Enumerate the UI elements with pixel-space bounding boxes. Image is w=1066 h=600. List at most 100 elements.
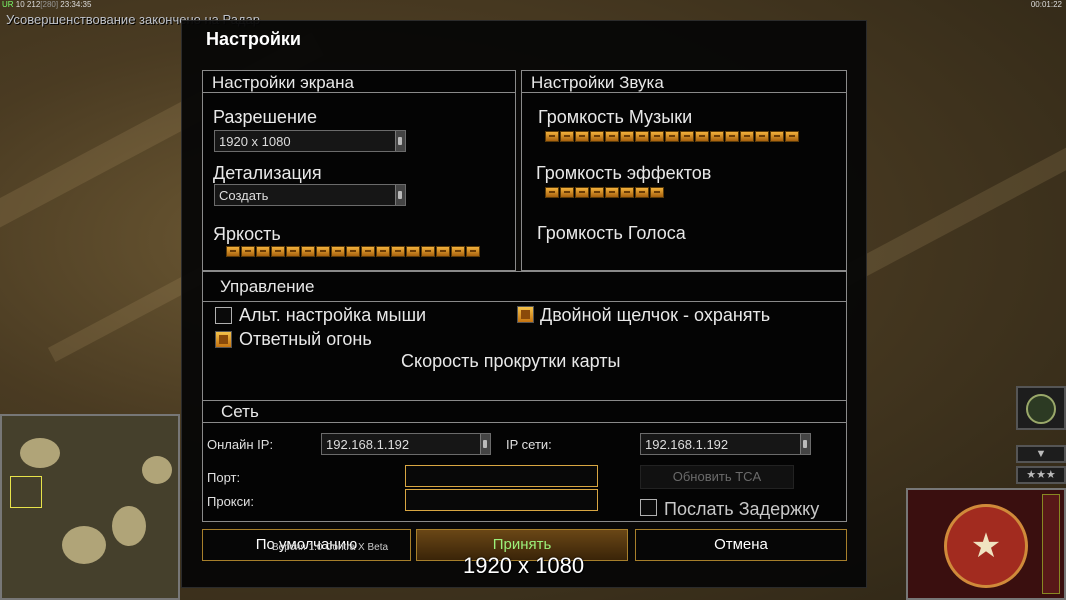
- update-tca-button[interactable]: Обновить TCA: [640, 465, 794, 489]
- scroll-speed-label: Скорость прокрутки карты: [401, 351, 621, 371]
- effects-volume-slider[interactable]: [545, 187, 664, 198]
- resolution-overlay: 1920 x 1080: [463, 553, 585, 578]
- slider-segment: [650, 131, 664, 142]
- port-label: Порт:: [207, 470, 241, 485]
- slider-segment: [575, 131, 589, 142]
- slider-segment: [605, 187, 619, 198]
- slider-segment: [361, 246, 375, 257]
- faction-portrait: ★: [906, 488, 1066, 600]
- slider-segment: [695, 131, 709, 142]
- effects-volume-label: Громкость эффектов: [536, 163, 712, 183]
- slider-segment: [755, 131, 769, 142]
- slider-segment: [286, 246, 300, 257]
- slider-segment: [241, 246, 255, 257]
- slider-segment: [406, 246, 420, 257]
- sound-settings-title: Настройки Звука: [531, 73, 664, 92]
- detail-select[interactable]: Создать: [214, 184, 406, 206]
- slider-segment: [650, 187, 664, 198]
- slider-segment: [331, 246, 345, 257]
- dialog-title: Настройки: [206, 29, 301, 49]
- portrait-side-panel: [1042, 494, 1060, 594]
- double-click-guard-checkbox[interactable]: [517, 306, 534, 323]
- slider-segment: [545, 187, 559, 198]
- lan-ip-value: 192.168.1.192: [645, 437, 729, 452]
- select-scroll-icon[interactable]: [800, 434, 810, 454]
- minimap-terrain: [112, 506, 146, 546]
- controls-panel: Управление Альт. настройка мыши Двойной …: [202, 271, 847, 401]
- return-fire-label[interactable]: Ответный огонь: [239, 329, 372, 350]
- slider-segment: [451, 246, 465, 257]
- send-delay-checkbox[interactable]: [640, 499, 657, 516]
- slider-segment: [271, 246, 285, 257]
- radar-icon: [1026, 394, 1056, 424]
- alt-mouse-checkbox[interactable]: [215, 307, 232, 324]
- slider-segment: [560, 187, 574, 198]
- version-label: Версия 1.0 Contra X Beta: [272, 542, 389, 553]
- slider-segment: [256, 246, 270, 257]
- status-dim: [280]: [40, 0, 59, 9]
- select-scroll-icon[interactable]: [480, 434, 490, 454]
- slider-segment: [226, 246, 240, 257]
- slider-segment: [710, 131, 724, 142]
- slider-segment: [725, 131, 739, 142]
- online-ip-label: Онлайн IP:: [207, 437, 274, 452]
- screen-settings-header: Настройки экрана: [203, 71, 515, 93]
- resolution-select[interactable]: 1920 x 1080: [214, 130, 406, 152]
- slider-segment: [620, 187, 634, 198]
- music-volume-slider[interactable]: [545, 131, 799, 142]
- slider-segment: [590, 131, 604, 142]
- slider-segment: [620, 131, 634, 142]
- controls-header: Управление: [203, 272, 846, 302]
- online-ip-value: 192.168.1.192: [326, 437, 410, 452]
- detail-value: Создать: [219, 188, 269, 203]
- scroll-down-button[interactable]: ▼: [1016, 445, 1066, 463]
- minimap[interactable]: [0, 414, 180, 600]
- settings-dialog: Настройки Настройки экрана Разрешение 19…: [181, 20, 867, 588]
- stars-icon: ★★★: [1026, 469, 1056, 481]
- slider-segment: [301, 246, 315, 257]
- status-code: UR: [2, 0, 14, 9]
- slider-segment: [346, 246, 360, 257]
- port-input[interactable]: [405, 465, 598, 487]
- double-click-guard-label[interactable]: Двойной щелчок - охранять: [540, 305, 770, 326]
- top-status-bar: UR 10 212[280] 23:34:35 00:01:22: [0, 0, 1066, 9]
- status-left: UR 10 212[280] 23:34:35: [2, 0, 91, 9]
- lan-ip-label: IP сети:: [506, 437, 552, 452]
- slider-segment: [665, 131, 679, 142]
- status-stats: 10 212: [15, 0, 41, 9]
- sound-settings-panel: Настройки Звука Громкость Музыки Громкос…: [521, 70, 847, 271]
- chevron-down-icon: ▼: [1035, 448, 1047, 460]
- sound-settings-header: Настройки Звука: [522, 71, 846, 93]
- slider-segment: [436, 246, 450, 257]
- screen-settings-panel: Настройки экрана Разрешение 1920 x 1080 …: [202, 70, 516, 271]
- detail-label: Детализация: [213, 163, 322, 183]
- minimap-terrain: [20, 438, 60, 468]
- online-ip-select[interactable]: 192.168.1.192: [321, 433, 491, 455]
- music-volume-label: Громкость Музыки: [538, 107, 693, 127]
- slider-segment: [560, 131, 574, 142]
- voice-volume-label: Громкость Голоса: [537, 223, 686, 243]
- slider-segment: [391, 246, 405, 257]
- slider-segment: [605, 131, 619, 142]
- slider-segment: [785, 131, 799, 142]
- select-scroll-icon[interactable]: [395, 185, 405, 205]
- minimap-terrain: [62, 526, 106, 564]
- faction-emblem-icon: ★: [944, 504, 1028, 588]
- slider-segment: [545, 131, 559, 142]
- proxy-label: Прокси:: [207, 494, 255, 509]
- slider-segment: [575, 187, 589, 198]
- proxy-input[interactable]: [405, 489, 598, 511]
- network-title: Сеть: [221, 402, 259, 421]
- brightness-slider[interactable]: [226, 246, 480, 257]
- select-scroll-icon[interactable]: [395, 131, 405, 151]
- cancel-button[interactable]: Отмена: [635, 529, 847, 561]
- alt-mouse-label[interactable]: Альт. настройка мыши: [239, 305, 426, 326]
- return-fire-checkbox[interactable]: [215, 331, 232, 348]
- radar-button[interactable]: [1016, 386, 1066, 430]
- send-delay-label[interactable]: Послать Задержку: [664, 499, 819, 520]
- lan-ip-select[interactable]: 192.168.1.192: [640, 433, 811, 455]
- slider-segment: [635, 187, 649, 198]
- minimap-view-frame[interactable]: [10, 476, 42, 508]
- rank-button[interactable]: ★★★: [1016, 466, 1066, 484]
- network-header: Сеть: [203, 401, 846, 423]
